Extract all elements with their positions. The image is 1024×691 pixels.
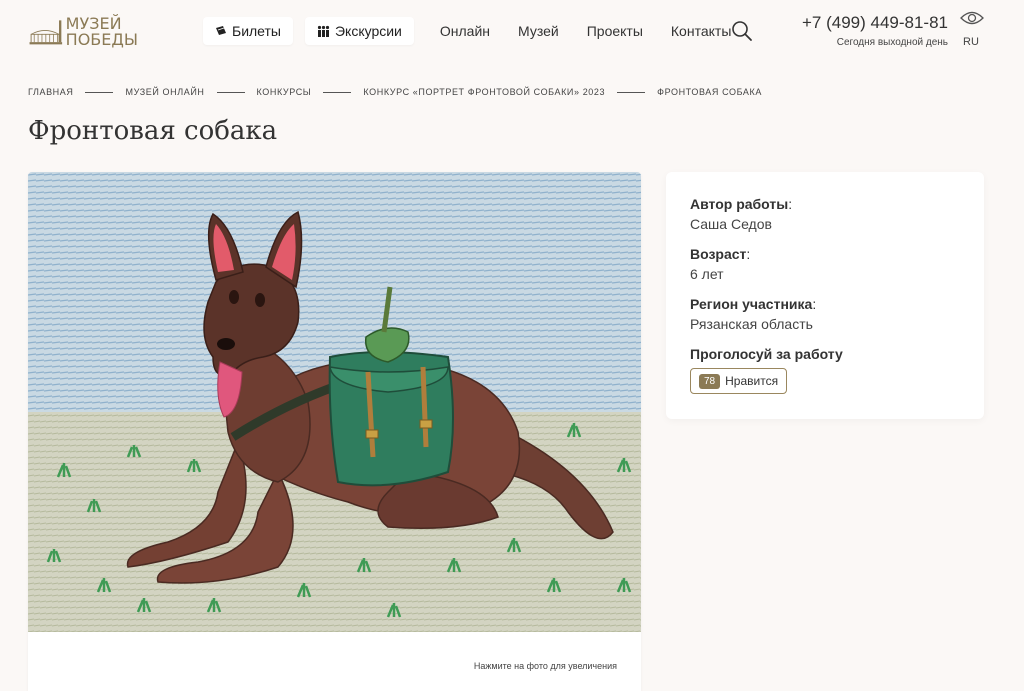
memorial-emblem-icon — [29, 20, 63, 45]
search-icon[interactable] — [731, 20, 753, 42]
breadcrumb: Главная Музей онлайн Конкурсы Конкурс «П… — [28, 87, 762, 97]
museum-logo[interactable]: МУЗЕЙ ПОБЕДЫ — [28, 14, 138, 50]
breadcrumb-home[interactable]: Главная — [28, 87, 73, 97]
region-label-text: Регион участника — [690, 296, 813, 312]
vote-title: Проголосуй за работу — [690, 346, 843, 362]
people-icon — [317, 25, 330, 37]
zoom-hint: Нажмите на фото для увеличения — [473, 661, 617, 671]
nav-museum-link[interactable]: Музей — [518, 23, 559, 39]
breadcrumb-separator — [85, 91, 114, 93]
logo-line2: ПОБЕДЫ — [65, 30, 138, 49]
nav-excursions-label: Экскурсии — [334, 23, 402, 39]
breadcrumb-current: Фронтовая собака — [657, 87, 762, 97]
opening-hours: Сегодня выходной день — [836, 37, 948, 48]
age-label-text: Возраст — [690, 246, 747, 262]
nav-tickets-label: Билеты — [232, 23, 281, 39]
page-title: Фронтовая собака — [28, 116, 278, 146]
author-value: Саша Седов — [690, 216, 772, 232]
region-label: Регион участника: — [690, 296, 817, 312]
breadcrumb-contests[interactable]: Конкурсы — [257, 87, 312, 97]
breadcrumb-separator — [617, 91, 646, 93]
nav-excursions-button[interactable]: Экскурсии — [304, 17, 414, 45]
artwork-info-card: Автор работы: Саша Седов Возраст: 6 лет … — [666, 172, 984, 419]
like-button[interactable]: 78 Нравится — [690, 368, 788, 394]
ticket-icon — [216, 26, 226, 35]
nav-tickets-button[interactable]: Билеты — [203, 17, 293, 45]
logo-text: МУЗЕЙ ПОБЕДЫ — [66, 16, 138, 48]
breadcrumb-museum-online[interactable]: Музей онлайн — [125, 87, 204, 97]
like-label: Нравится — [725, 374, 779, 388]
breadcrumb-contest[interactable]: Конкурс «Портрет фронтовой собаки» 2023 — [363, 87, 605, 97]
age-value: 6 лет — [690, 266, 724, 282]
nav-projects-link[interactable]: Проекты — [587, 23, 643, 39]
phone-number[interactable]: +7 (499) 449-81-81 — [802, 13, 948, 33]
artwork-drawing[interactable] — [28, 172, 641, 632]
like-count: 78 — [699, 373, 721, 389]
age-label: Возраст: — [690, 246, 751, 262]
nav-online-link[interactable]: Онлайн — [440, 23, 490, 39]
breadcrumb-separator — [323, 91, 352, 93]
main-nav: Билеты Экскурсии Онлайн Музей Проекты Ко… — [203, 17, 745, 45]
region-value: Рязанская область — [690, 316, 813, 332]
artwork-card: Нажмите на фото для увеличения — [28, 172, 641, 691]
eye-icon[interactable] — [960, 10, 984, 26]
author-label-text: Автор работы — [690, 196, 789, 212]
author-label: Автор работы: — [690, 196, 793, 212]
nav-contacts-link[interactable]: Контакты — [671, 23, 731, 39]
breadcrumb-separator — [216, 91, 245, 93]
language-switch[interactable]: RU — [963, 36, 979, 48]
